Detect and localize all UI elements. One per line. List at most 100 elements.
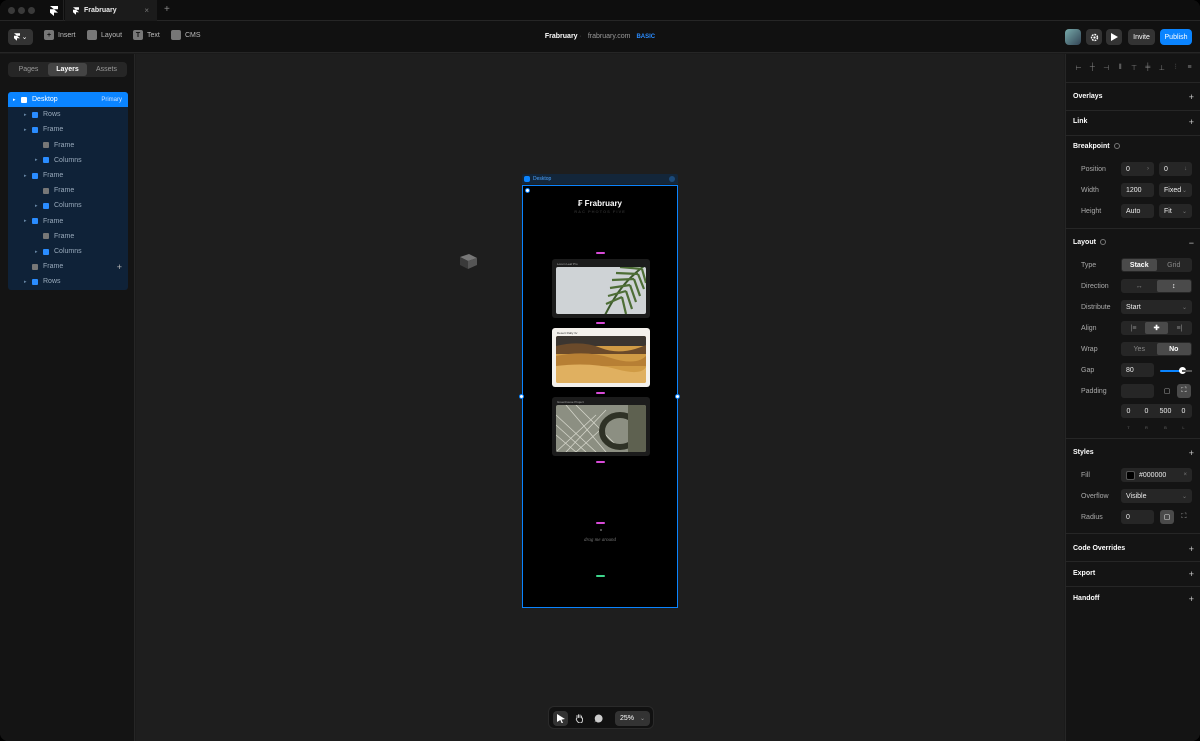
overflow-select[interactable]: Visible ⌄ bbox=[1121, 489, 1192, 503]
layer-row[interactable]: Frame + bbox=[8, 259, 128, 274]
position-x-input[interactable]: 0 › bbox=[1121, 162, 1154, 176]
project-card[interactable]: Desert Rally 3v bbox=[552, 328, 650, 387]
info-icon[interactable] bbox=[1113, 143, 1120, 149]
canvas[interactable]: Desktop ₣ Frabruary RAC PHOTOS FIVE Lore… bbox=[136, 54, 1064, 741]
gap-marker[interactable] bbox=[596, 461, 605, 463]
add-link-icon[interactable]: + bbox=[1189, 117, 1194, 127]
caret-right-icon[interactable]: ▸ bbox=[13, 97, 16, 103]
caret-right-icon[interactable]: ▸ bbox=[35, 249, 38, 255]
comment-tool-button[interactable] bbox=[591, 711, 606, 726]
project-card[interactable]: Lorem Leaf Pro bbox=[552, 259, 650, 318]
info-icon[interactable] bbox=[1099, 239, 1106, 245]
end-marker[interactable] bbox=[596, 575, 605, 577]
padding-top-value[interactable]: 0 bbox=[1121, 408, 1136, 415]
layer-row[interactable]: Frame bbox=[8, 138, 128, 153]
padding-bottom-value[interactable]: 500 bbox=[1158, 408, 1173, 415]
height-input[interactable]: Auto bbox=[1121, 204, 1154, 218]
tab-pages[interactable]: Pages bbox=[9, 63, 48, 76]
caret-right-icon[interactable]: ▸ bbox=[35, 157, 38, 163]
add-layer-icon[interactable]: + bbox=[117, 262, 122, 272]
caret-right-icon[interactable]: ▸ bbox=[24, 127, 27, 133]
layer-row[interactable]: Frame bbox=[8, 183, 128, 198]
handoff-section-header[interactable]: Handoff + bbox=[1073, 594, 1194, 604]
remove-layout-icon[interactable]: − bbox=[1189, 238, 1194, 248]
caret-right-icon[interactable]: ▸ bbox=[24, 173, 27, 179]
align-bottom-icon[interactable]: ⊥ bbox=[1157, 63, 1166, 72]
overlays-section-header[interactable]: Overlays + bbox=[1073, 92, 1194, 102]
type-stack-option[interactable]: Stack bbox=[1122, 259, 1157, 271]
add-overlay-icon[interactable]: + bbox=[1189, 92, 1194, 102]
gap-marker[interactable] bbox=[596, 252, 605, 254]
gap-marker[interactable] bbox=[596, 522, 605, 524]
distribute-horizontal-icon[interactable]: ⫴ bbox=[1116, 63, 1125, 72]
gap-input[interactable]: 80 bbox=[1121, 363, 1154, 377]
tab-close-icon[interactable]: × bbox=[144, 6, 149, 15]
type-grid-option[interactable]: Grid bbox=[1157, 259, 1192, 271]
radius-individual-icon[interactable]: ⛶ bbox=[1177, 510, 1191, 524]
layer-row[interactable]: ▸ Frame bbox=[8, 214, 128, 229]
settings-button[interactable] bbox=[1086, 29, 1102, 45]
layer-row[interactable]: ▸ Rows bbox=[8, 274, 128, 289]
gap-marker[interactable] bbox=[596, 392, 605, 394]
direction-horizontal-icon[interactable]: ↔ bbox=[1122, 280, 1157, 292]
add-export-icon[interactable]: + bbox=[1189, 569, 1194, 579]
padding-input[interactable] bbox=[1121, 384, 1154, 398]
radius-input[interactable]: 0 bbox=[1121, 510, 1154, 524]
align-left-icon[interactable]: ⊢ bbox=[1074, 63, 1083, 72]
export-section-header[interactable]: Export + bbox=[1073, 569, 1194, 579]
layer-row[interactable]: ▸ Rows bbox=[8, 107, 128, 122]
project-title[interactable]: Frabruary · frabruary.com BASIC bbox=[0, 33, 1200, 40]
distribute-vertical-icon[interactable]: ⫶ bbox=[1171, 63, 1180, 72]
caret-right-icon[interactable]: ▸ bbox=[24, 218, 27, 224]
wrap-no-option[interactable]: No bbox=[1156, 343, 1191, 355]
layout-section-header[interactable]: Layout − bbox=[1073, 238, 1194, 248]
fill-color-input[interactable]: #000000 × bbox=[1121, 468, 1192, 482]
padding-right-value[interactable]: 0 bbox=[1139, 408, 1154, 415]
padding-individual-icon[interactable]: ⛶ bbox=[1177, 384, 1191, 398]
frame-label[interactable]: Desktop bbox=[522, 174, 678, 184]
tab-frabruary[interactable]: Frabruary × bbox=[65, 0, 157, 21]
preview-button[interactable] bbox=[1106, 29, 1122, 45]
window-close-dot[interactable] bbox=[8, 7, 15, 14]
caret-right-icon[interactable]: ▸ bbox=[24, 112, 27, 118]
select-tool-button[interactable] bbox=[553, 711, 568, 726]
distribute-select[interactable]: Start ⌄ bbox=[1121, 300, 1192, 314]
caret-right-icon[interactable]: ▸ bbox=[35, 203, 38, 209]
avatar[interactable] bbox=[1065, 29, 1081, 45]
align-center-icon[interactable]: ✚ bbox=[1145, 322, 1168, 334]
align-center-horizontal-icon[interactable]: ┼ bbox=[1088, 63, 1097, 72]
layer-row[interactable]: ▸ Frame bbox=[8, 122, 128, 137]
desktop-frame[interactable]: ₣ Frabruary RAC PHOTOS FIVE Lorem Leaf P… bbox=[522, 185, 678, 608]
link-section-header[interactable]: Link + bbox=[1073, 117, 1194, 127]
add-style-icon[interactable]: + bbox=[1189, 448, 1194, 458]
3d-cursor-object-icon[interactable] bbox=[458, 252, 478, 270]
layer-row[interactable]: ▸ Columns bbox=[8, 244, 128, 259]
home-tab-logo-icon[interactable] bbox=[44, 0, 64, 21]
position-y-input[interactable]: 0 ↓ bbox=[1159, 162, 1192, 176]
gap-slider[interactable] bbox=[1160, 367, 1192, 374]
styles-section-header[interactable]: Styles + bbox=[1073, 448, 1194, 458]
add-handoff-icon[interactable]: + bbox=[1189, 594, 1194, 604]
height-mode-select[interactable]: Fit ⌄ bbox=[1159, 204, 1192, 218]
invite-button[interactable]: Invite bbox=[1128, 29, 1155, 45]
code-overrides-section-header[interactable]: Code Overrides + bbox=[1073, 544, 1194, 554]
layer-row[interactable]: ▸ Columns bbox=[8, 153, 128, 168]
direction-vertical-icon[interactable]: ↕ bbox=[1156, 280, 1191, 292]
new-tab-button[interactable]: + bbox=[164, 4, 170, 15]
frame-settings-icon[interactable] bbox=[669, 176, 675, 182]
padding-left-value[interactable]: 0 bbox=[1176, 408, 1191, 415]
align-right-icon[interactable]: ⊣ bbox=[1102, 63, 1111, 72]
window-minimize-dot[interactable] bbox=[18, 7, 25, 14]
tab-assets[interactable]: Assets bbox=[87, 63, 126, 76]
fill-swatch[interactable] bbox=[1126, 470, 1135, 480]
project-card[interactable]: Greenhouse Project bbox=[552, 397, 650, 456]
width-input[interactable]: 1200 bbox=[1121, 183, 1154, 197]
wrap-yes-option[interactable]: Yes bbox=[1122, 343, 1157, 355]
align-start-icon[interactable]: |≡ bbox=[1122, 322, 1145, 334]
align-middle-icon[interactable]: ╪ bbox=[1143, 63, 1152, 72]
zoom-dropdown[interactable]: 25% ⌄ bbox=[615, 711, 650, 726]
caret-right-icon[interactable]: ▸ bbox=[24, 279, 27, 285]
layer-row[interactable]: Frame bbox=[8, 229, 128, 244]
gap-marker[interactable] bbox=[596, 322, 605, 324]
layer-row[interactable]: ▸ Frame bbox=[8, 168, 128, 183]
